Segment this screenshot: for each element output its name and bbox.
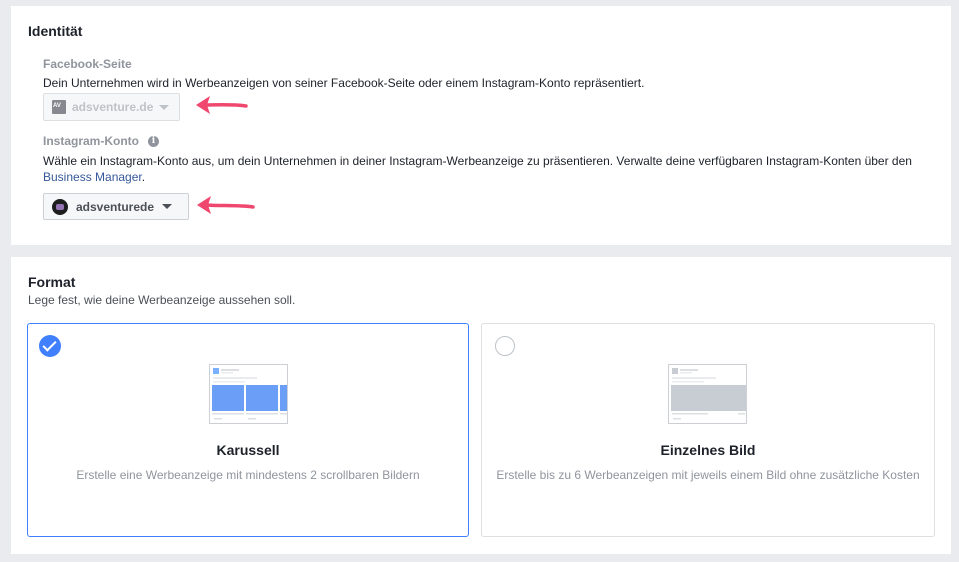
identity-panel: Identität Facebook-Seite Dein Unternehme… [11,6,951,245]
single-image-preview-icon [668,364,747,424]
carousel-title: Karussell [216,442,280,458]
instagram-avatar-icon [52,198,68,215]
chevron-down-icon [159,104,170,110]
single-image-title: Einzelnes Bild [660,442,756,458]
carousel-description: Erstelle eine Werbeanzeige mit mindesten… [76,468,420,482]
annotation-arrow-icon [196,96,248,114]
radio-button[interactable] [495,336,515,356]
identity-title: Identität [28,23,83,39]
facebook-page-value: adsventure.de [72,100,154,114]
format-option-carousel[interactable]: Karussell Erstelle eine Werbeanzeige mit… [27,323,469,537]
facebook-page-dropdown[interactable]: adsventure.de [43,93,180,121]
link-suffix: . [141,170,146,184]
facebook-page-label: Facebook-Seite [43,57,132,71]
instagram-account-label: Instagram-Konto [43,134,139,148]
single-image-description: Erstelle bis zu 6 Werbeanzeigen mit jewe… [496,468,920,482]
instagram-description-text: Wähle ein Instagram-Konto aus, um dein U… [43,154,912,168]
checkmark-icon [39,335,61,357]
info-icon[interactable]: i [148,136,159,147]
format-panel: Format Lege fest, wie deine Werbeanzeige… [11,257,951,554]
annotation-arrow-icon [197,196,255,214]
page-avatar-icon [52,100,66,114]
instagram-account-value: adsventurede [76,199,155,214]
chevron-down-icon [162,204,173,209]
facebook-page-description: Dein Unternehmen wird in Werbeanzeigen v… [43,76,645,90]
format-title: Format [28,274,76,290]
format-option-single-image[interactable]: Einzelnes Bild Erstelle bis zu 6 Werbean… [481,323,935,537]
format-subtitle: Lege fest, wie deine Werbeanzeige ausseh… [28,293,296,307]
business-manager-link[interactable]: Business Manager [43,170,142,184]
carousel-preview-icon [209,364,288,424]
instagram-account-dropdown[interactable]: adsventurede [43,193,189,220]
instagram-account-description: Wähle ein Instagram-Konto aus, um dein U… [43,153,923,185]
